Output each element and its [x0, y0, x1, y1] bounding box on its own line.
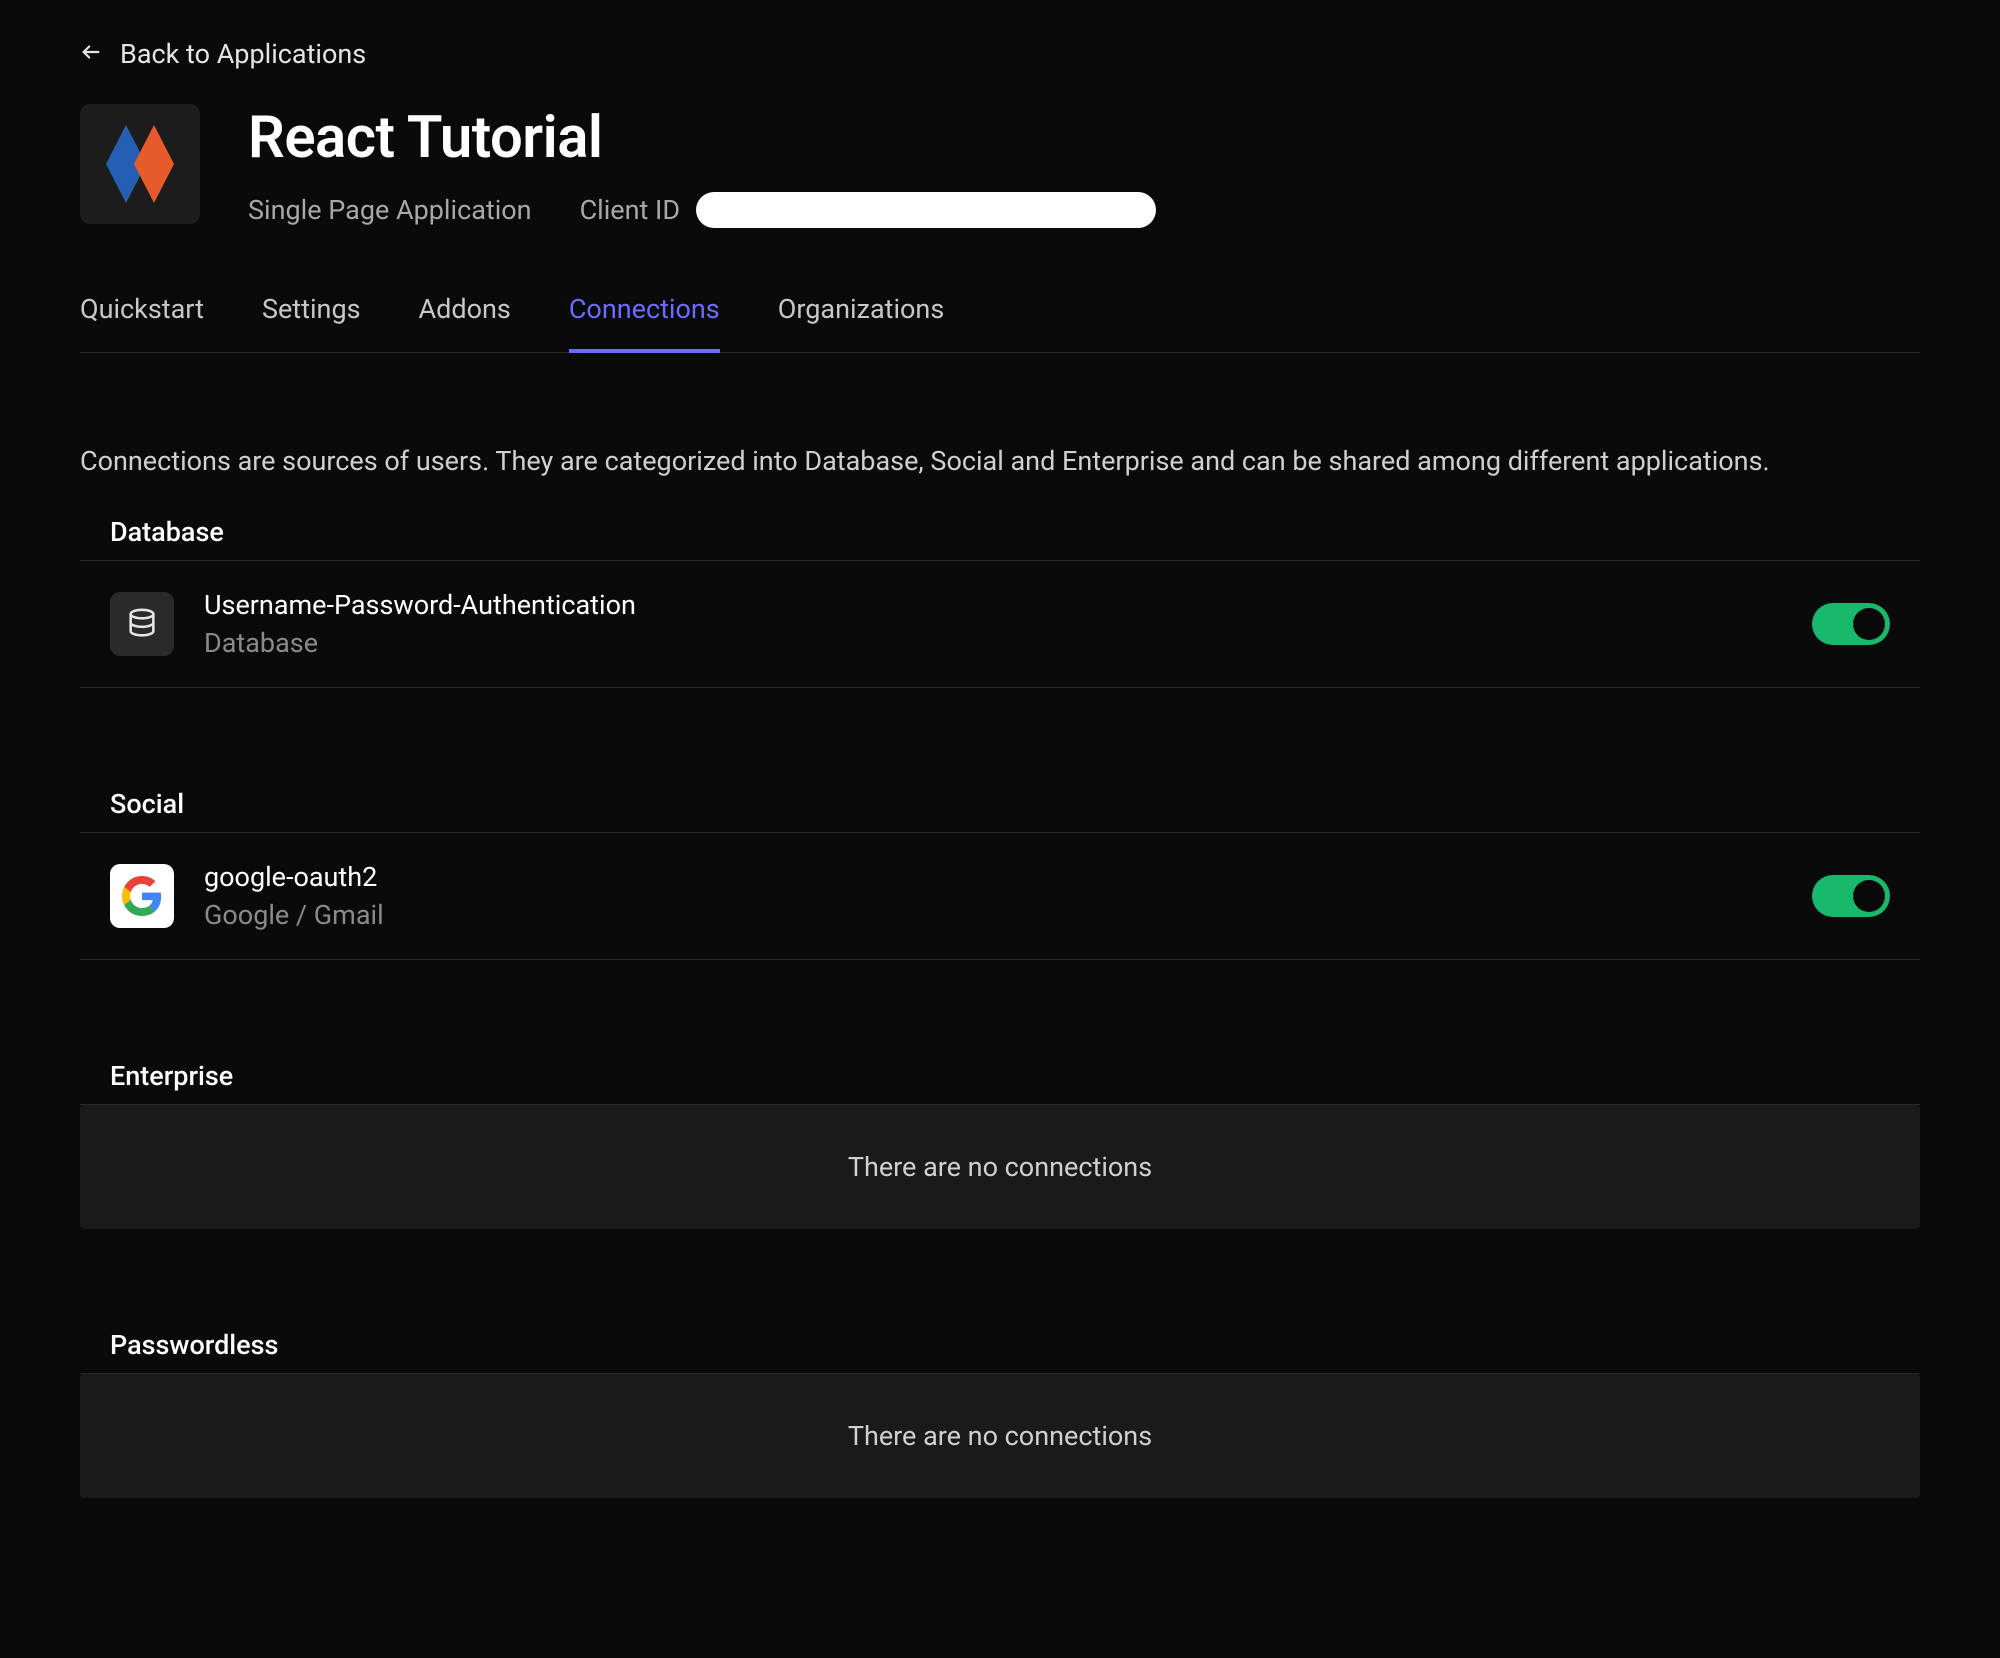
- app-meta: Single Page Application Client ID: [248, 192, 1156, 228]
- client-id-label: Client ID: [580, 194, 681, 226]
- back-to-applications-link[interactable]: Back to Applications: [80, 0, 1920, 104]
- section-heading-passwordless: Passwordless: [80, 1329, 1920, 1374]
- auth0-logo-icon: [100, 119, 180, 209]
- tab-addons[interactable]: Addons: [419, 293, 511, 353]
- section-heading-database: Database: [80, 516, 1920, 561]
- google-icon: [110, 864, 174, 928]
- back-link-label: Back to Applications: [120, 38, 366, 70]
- section-heading-enterprise: Enterprise: [80, 1060, 1920, 1105]
- empty-passwordless: There are no connections: [80, 1374, 1920, 1498]
- tab-connections[interactable]: Connections: [569, 293, 720, 353]
- app-header: React Tutorial Single Page Application C…: [80, 104, 1920, 293]
- tab-bar: Quickstart Settings Addons Connections O…: [80, 293, 1920, 353]
- toggle-google[interactable]: [1812, 875, 1890, 917]
- connection-text: google-oauth2 Google / Gmail: [204, 861, 1782, 931]
- app-logo: [80, 104, 200, 224]
- database-icon: [110, 592, 174, 656]
- app-type-label: Single Page Application: [248, 194, 532, 226]
- connection-name: Username-Password-Authentication: [204, 589, 1782, 621]
- tab-organizations[interactable]: Organizations: [778, 293, 945, 353]
- section-social: Social google-oauth2 Google / Gmail: [80, 788, 1920, 960]
- connection-text: Username-Password-Authentication Databas…: [204, 589, 1782, 659]
- tab-quickstart[interactable]: Quickstart: [80, 293, 204, 353]
- connections-description: Connections are sources of users. They a…: [80, 353, 1920, 516]
- section-enterprise: Enterprise There are no connections: [80, 1060, 1920, 1229]
- arrow-left-icon: [80, 38, 102, 70]
- connection-row-google[interactable]: google-oauth2 Google / Gmail: [80, 833, 1920, 960]
- section-database: Database Username-Password-Authenticatio…: [80, 516, 1920, 688]
- toggle-username-password[interactable]: [1812, 603, 1890, 645]
- connection-subtitle: Database: [204, 627, 1782, 659]
- client-id-value-redacted[interactable]: [696, 192, 1156, 228]
- toggle-knob: [1853, 608, 1885, 640]
- section-passwordless: Passwordless There are no connections: [80, 1329, 1920, 1498]
- app-title-block: React Tutorial Single Page Application C…: [248, 104, 1156, 228]
- tab-settings[interactable]: Settings: [262, 293, 361, 353]
- connection-row-username-password[interactable]: Username-Password-Authentication Databas…: [80, 561, 1920, 688]
- connection-subtitle: Google / Gmail: [204, 899, 1782, 931]
- toggle-knob: [1853, 880, 1885, 912]
- connection-name: google-oauth2: [204, 861, 1782, 893]
- app-title: React Tutorial: [248, 104, 1156, 172]
- client-id-block: Client ID: [580, 192, 1157, 228]
- empty-enterprise: There are no connections: [80, 1105, 1920, 1229]
- section-heading-social: Social: [80, 788, 1920, 833]
